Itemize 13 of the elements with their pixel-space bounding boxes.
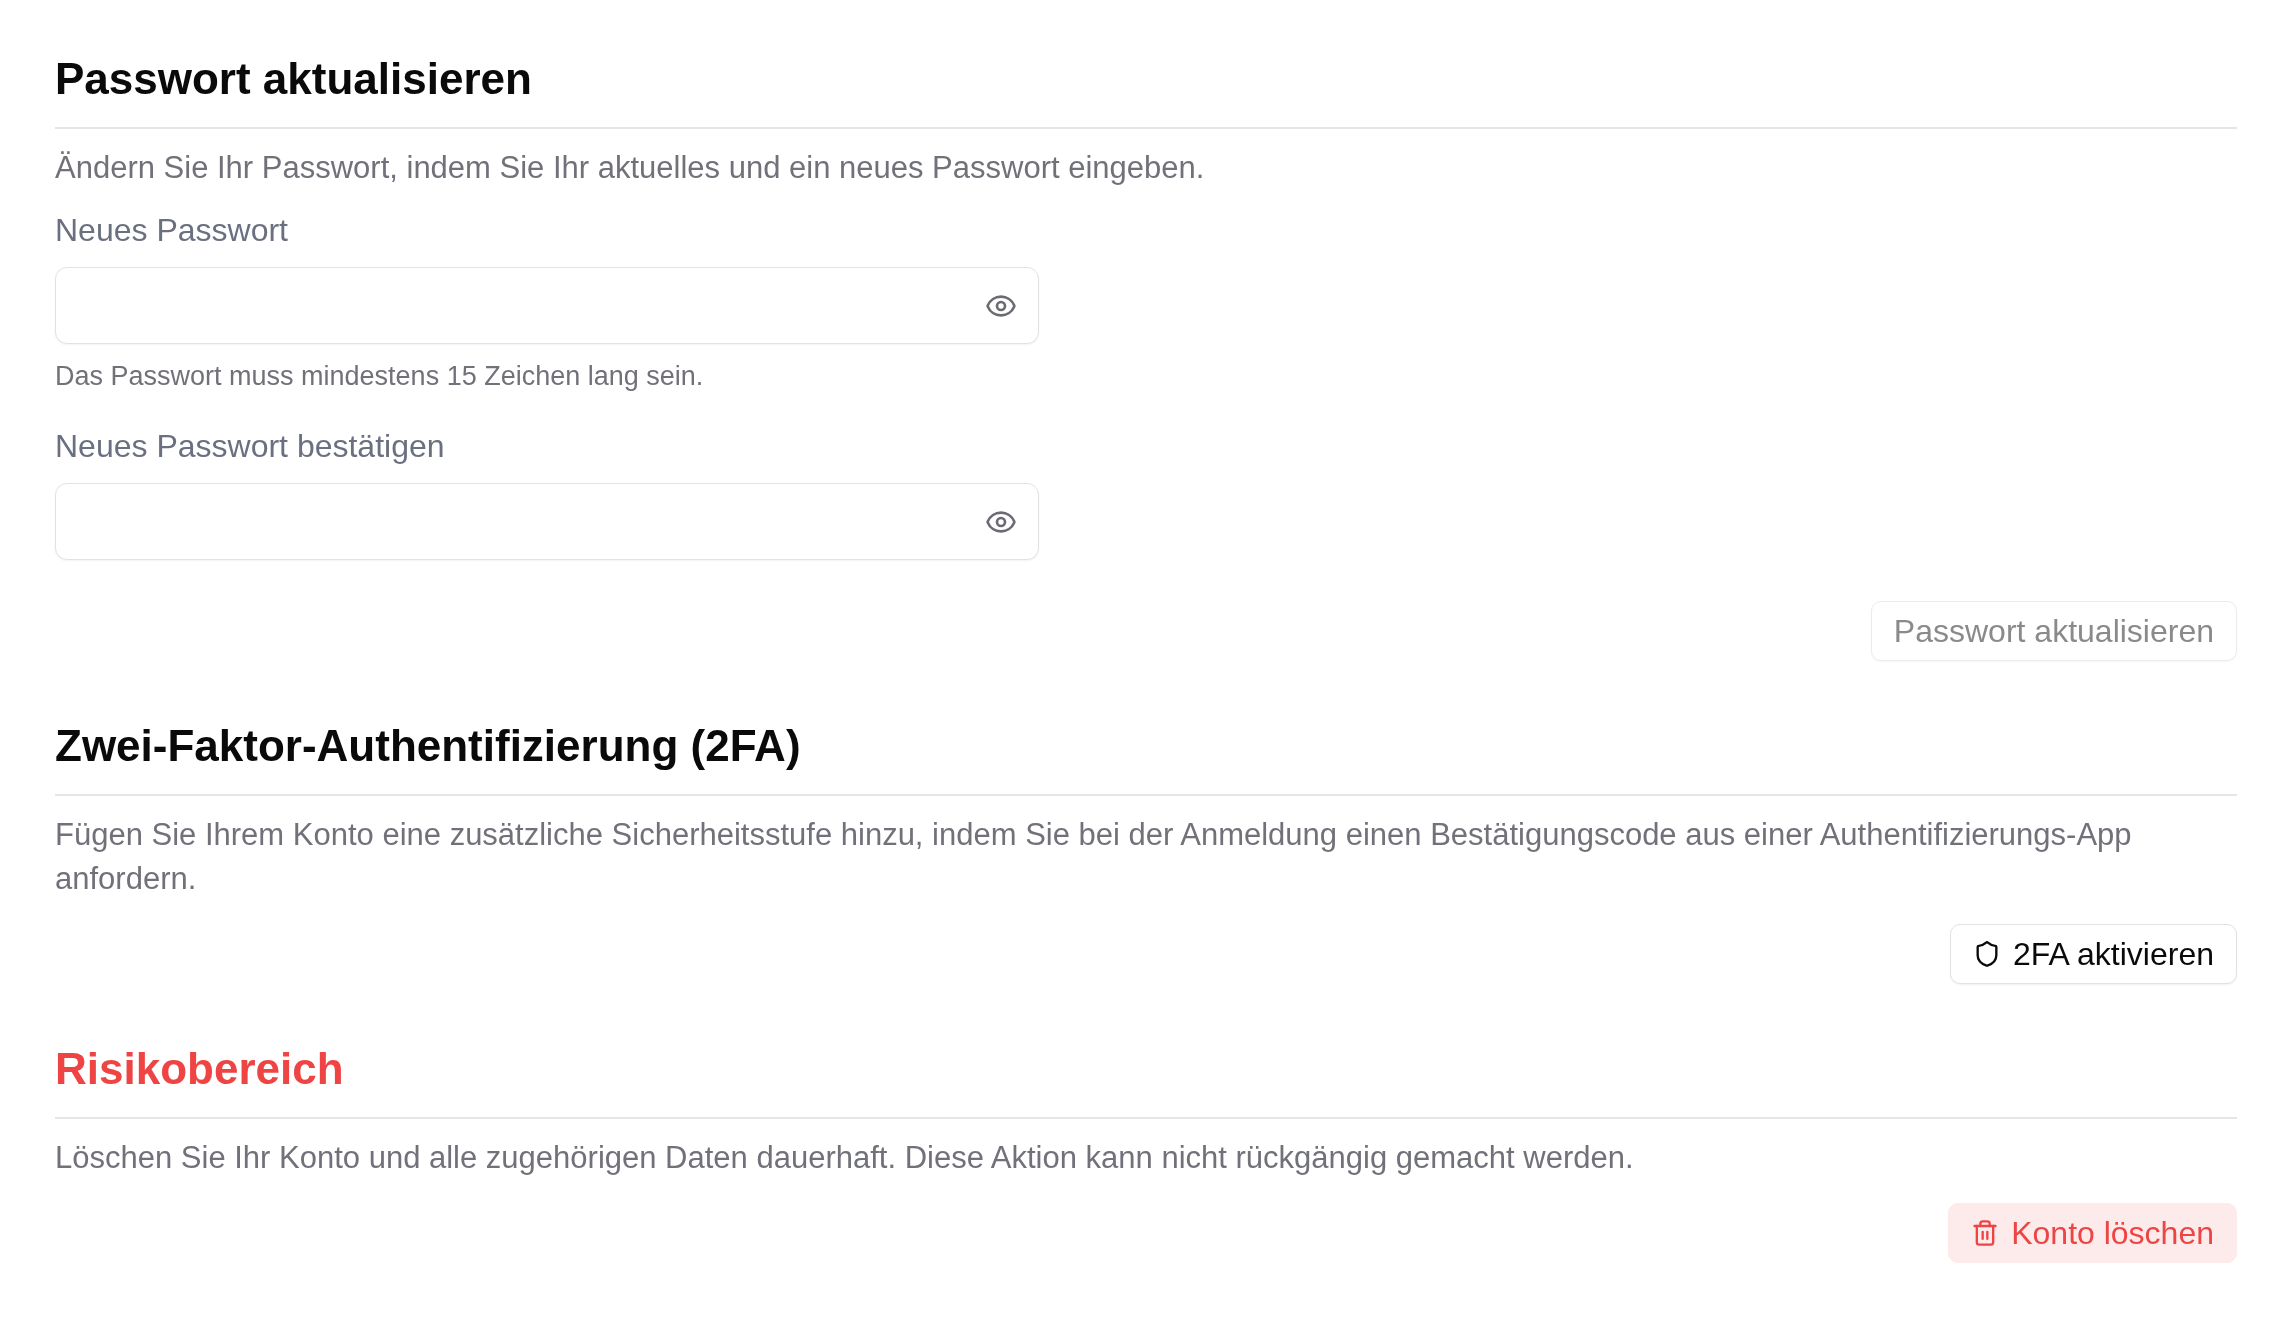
section-description: Fügen Sie Ihrem Konto eine zusätzliche Sicherheitsstufe hinzu, indem Sie bei der Anmeldung einen Bestätigungscode aus einer Authentifizierungs-App anfordern. (55, 816, 2133, 898)
section-description: Ändern Sie Ihr Passwort, indem Sie Ihr aktuelles und ein neues Passwort eingeben. (55, 149, 1206, 187)
field-label: Neues Passwort bestätigen (55, 427, 446, 466)
section-title: Passwort aktualisieren (55, 53, 533, 105)
section-title: Zwei-Faktor-Authentifizierung (2FA) (55, 720, 802, 772)
section-title: Risikobereich (55, 1043, 345, 1095)
enable-2fa-button[interactable]: 2FA aktivieren (1950, 924, 2237, 984)
section-description: Löschen Sie Ihr Konto und alle zugehörigen Daten dauerhaft. Diese Aktion kann nicht rückgängig gemacht werden. (55, 1139, 1635, 1177)
field-label: Neues Passwort (55, 211, 289, 250)
delete-account-button[interactable]: Konto löschen (1948, 1203, 2237, 1263)
field-hint: Das Passwort muss mindestens 15 Zeichen lang sein. (55, 360, 705, 393)
password-field[interactable] (55, 483, 1039, 560)
password-field[interactable] (55, 267, 1039, 344)
